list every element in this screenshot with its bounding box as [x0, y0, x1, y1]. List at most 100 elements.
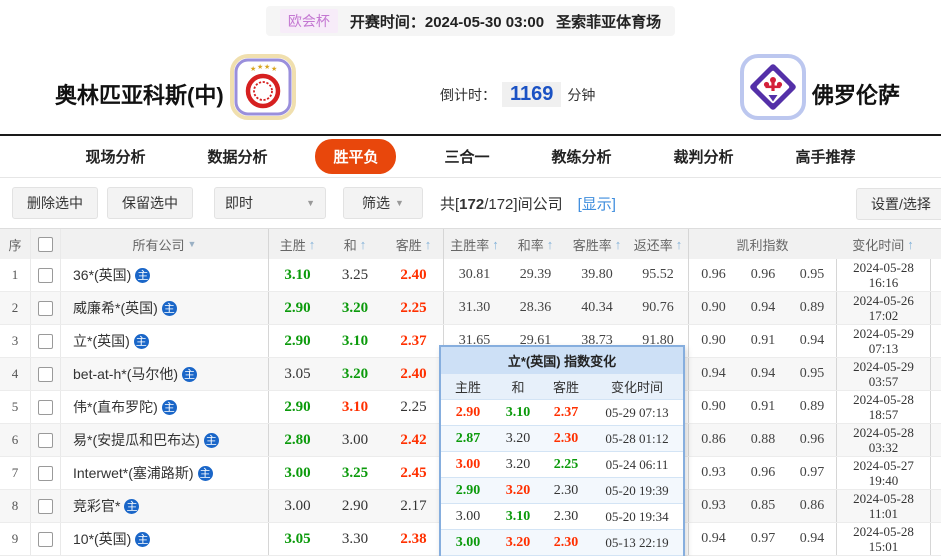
odds-cell: 3.10: [268, 259, 326, 291]
odds-cell: 3.20: [341, 365, 369, 382]
company-name[interactable]: 威廉希*(英国) 主: [60, 292, 268, 324]
change-time-cell: 2024-05-28 11:01: [836, 490, 930, 522]
column-header[interactable]: 序: [0, 229, 30, 259]
row-index: 9: [11, 531, 19, 546]
popup-row: 3.00 3.20 2.30 05-13 22:19: [441, 529, 683, 555]
change-time-cell: 2024-05-28 18:57: [836, 391, 930, 423]
popup-row: 3.00 3.10 2.30 05-20 19:34: [441, 503, 683, 529]
odds-cell: 3.00: [341, 431, 369, 448]
row-checkbox[interactable]: [30, 490, 60, 522]
nav-tabs: 现场分析 数据分析 胜平负 三合一 教练分析 裁判分析 高手推荐: [0, 134, 941, 178]
kelly-cell: 0.95: [799, 366, 825, 381]
popup-column-header: 主胜: [454, 380, 481, 395]
column-header[interactable]: 客胜 ↑: [384, 229, 443, 259]
popup-odds-cell: 3.00: [455, 508, 481, 524]
company-name[interactable]: 伟*(直布罗陀) 主: [60, 391, 268, 423]
tab-7[interactable]: 高手推荐: [782, 139, 870, 174]
kelly-cell: 0.91: [750, 399, 776, 414]
popup-body: 2.90 3.10 2.37 05-29 07:13 2.87 3.20 2.30 05-28…: [441, 399, 683, 556]
odds-cell: 3.05: [268, 358, 326, 390]
row-checkbox[interactable]: [30, 457, 60, 489]
column-header[interactable]: 变化时间 ↑: [836, 229, 930, 259]
instant-dropdown[interactable]: 即时 ▼: [214, 187, 326, 219]
row-checkbox[interactable]: [30, 292, 60, 324]
sort-up-icon: ↑: [308, 236, 316, 252]
column-header[interactable]: 主胜 ↑: [268, 229, 326, 259]
table-row: 1 36*(英国) 主 3.10 3.25 2.40 30.81 29.39 39.80 95.5…: [0, 259, 941, 292]
popup-time-cell: 05-24 06:11: [605, 456, 669, 472]
main-company-icon: 主: [135, 531, 151, 547]
company-count-text: 共[172/172]间公司: [440, 195, 563, 213]
column-header[interactable]: 客胜率 ↑: [566, 229, 628, 259]
tab-4[interactable]: 三合一: [430, 139, 503, 174]
column-header[interactable]: 和率 ↑: [505, 229, 566, 259]
kelly-cell: 0.94: [750, 366, 776, 381]
clipped-column: [930, 391, 941, 423]
company-name[interactable]: bet-at-h*(马尔他) 主: [60, 358, 268, 390]
kelly-cell: 0.94: [688, 358, 738, 390]
company-name[interactable]: 10*(英国) 主: [60, 523, 268, 555]
filter-dropdown[interactable]: 筛选 ▼: [343, 187, 423, 219]
rate-cell: 31.30: [443, 292, 505, 324]
popup-time-cell: 05-28 01:12: [605, 430, 669, 446]
select-all-checkbox[interactable]: [30, 229, 60, 259]
sort-up-icon: ↑: [424, 236, 432, 252]
tab-5[interactable]: 教练分析: [538, 139, 626, 174]
row-checkbox[interactable]: [30, 424, 60, 456]
popup-odds-cell: 3.10: [505, 404, 531, 420]
company-name[interactable]: 易*(安提瓜和巴布达) 主: [60, 424, 268, 456]
clipped-column: [930, 523, 941, 555]
rate-cell: 28.36: [519, 300, 552, 315]
settings-select-button[interactable]: 设置/选择: [856, 188, 941, 220]
tab-6[interactable]: 裁判分析: [660, 139, 748, 174]
change-time-cell: 2024-05-29 03:57: [836, 358, 930, 390]
sort-up-icon: ↑: [675, 236, 683, 252]
rate-cell: 40.34: [581, 300, 613, 315]
column-header[interactable]: 主胜率 ↑: [443, 229, 505, 259]
row-checkbox[interactable]: [30, 391, 60, 423]
kelly-cell: 0.94: [688, 523, 738, 555]
kelly-cell: 0.85: [750, 498, 776, 513]
filter-dropdown-label: 筛选: [362, 195, 391, 211]
row-checkbox[interactable]: [30, 259, 60, 291]
change-time-cell: 2024-05-26 17:02: [836, 292, 930, 324]
sort-up-icon: ↑: [359, 236, 367, 252]
odds-cell: 3.10: [341, 332, 369, 349]
popup-odds-cell: 2.30: [553, 482, 579, 498]
delete-selected-button[interactable]: 删除选中: [12, 187, 98, 219]
tab-2[interactable]: 数据分析: [193, 139, 281, 174]
company-name[interactable]: Interwet*(塞浦路斯) 主: [60, 457, 268, 489]
kickoff-time: 开赛时间：2024-05-30 03:00: [349, 13, 545, 31]
tab-3[interactable]: 胜平负: [315, 139, 397, 174]
tab-1[interactable]: 现场分析: [71, 139, 159, 174]
kelly-cell: 0.90: [688, 292, 738, 324]
row-checkbox[interactable]: [30, 325, 60, 357]
home-team-name: 奥林匹亚科斯(中): [55, 83, 224, 108]
toolbar: 删除选中 保留选中 即时 ▼ 筛选 ▼ 共[172/172]间公司 [显示] 设…: [0, 178, 941, 228]
countdown-unit: 分钟: [567, 86, 596, 103]
company-name[interactable]: 立*(英国) 主: [60, 325, 268, 357]
popup-odds-cell: 2.30: [553, 534, 579, 550]
row-checkbox[interactable]: [30, 358, 60, 390]
checkbox-icon: [38, 465, 53, 481]
popup-odds-cell: 2.90: [455, 404, 481, 420]
away-team-name: 佛罗伦萨: [812, 83, 901, 108]
column-header: [930, 229, 941, 259]
odds-cell: 2.37: [400, 332, 427, 349]
company-name[interactable]: 36*(英国) 主: [60, 259, 268, 291]
main-company-icon: 主: [203, 432, 219, 448]
keep-selected-button[interactable]: 保留选中: [107, 187, 193, 219]
company-name[interactable]: 竞彩官* 主: [60, 490, 268, 522]
clipped-column: [930, 490, 941, 522]
column-header[interactable]: 所有公司 ▼: [60, 229, 268, 259]
show-link[interactable]: [显示]: [578, 193, 616, 214]
row-checkbox[interactable]: [30, 523, 60, 555]
column-header[interactable]: 和 ↑: [326, 229, 384, 259]
popup-time-cell: 05-13 22:19: [605, 534, 669, 550]
column-header[interactable]: 返还率 ↑: [628, 229, 688, 259]
main-company-icon: 主: [135, 267, 151, 283]
popup-time-cell: 05-20 19:39: [605, 482, 669, 498]
odds-cell: 2.90: [268, 325, 326, 357]
popup-odds-cell: 2.30: [553, 508, 579, 524]
column-header[interactable]: 凯利指数: [688, 229, 836, 259]
